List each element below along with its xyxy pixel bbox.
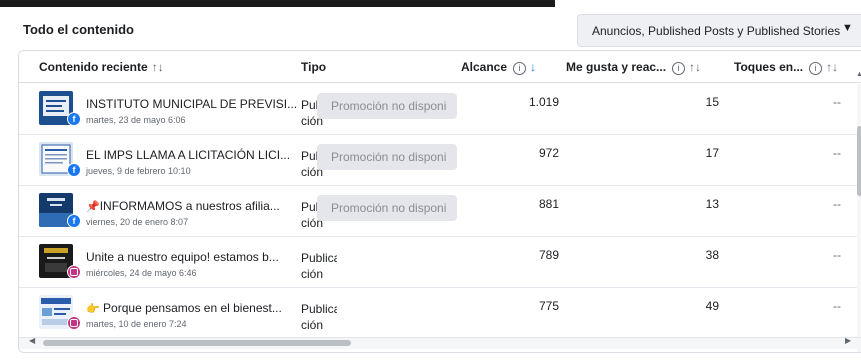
table-row[interactable]: f EL IMPS LLAMA A LICITACIÓN LICI... jue… [19,135,861,186]
table-header: Contenido reciente ↑↓ Tipo Alcance i ↓ Me g… [19,51,861,83]
taps-value: -- [833,299,841,313]
facebook-icon: f [67,214,81,228]
filter-label: Anuncios, Published Posts y Published St… [592,24,841,38]
pushpin-icon: 📌 [86,201,100,213]
info-icon[interactable]: i [672,62,686,75]
reach-value: 775 [538,299,559,313]
promotion-unavailable-button[interactable]: Promoción no disponi [317,195,457,221]
reach-value: 881 [538,197,559,211]
section-title: Todo el contenido [23,22,134,37]
instagram-icon [67,316,81,330]
taps-value: -- [833,146,841,160]
promotion-unavailable-button[interactable]: Promoción no disponi [317,93,457,119]
facebook-icon: f [67,112,81,126]
sort-icon[interactable]: ↑↓ [689,60,701,74]
facebook-icon: f [67,163,81,177]
taps-value: -- [833,197,841,211]
sort-icon[interactable]: ↑↓ [152,60,164,74]
likes-value: 49 [705,299,719,313]
likes-value: 15 [705,95,719,109]
post-date: jueves, 9 de febrero 10:10 [86,166,191,176]
table-row[interactable]: Unite a nuestro equipo! estamos b... mié… [19,237,861,288]
instagram-icon [67,265,81,279]
column-header-reach[interactable]: Alcance i ↓ [461,60,536,75]
likes-value: 17 [705,146,719,160]
chevron-down-icon: ▼ [842,22,853,34]
taps-value: -- [833,248,841,262]
vertical-scrollbar-thumb[interactable] [857,126,861,196]
post-type: Publica ción [301,302,337,332]
reach-value: 972 [538,146,559,160]
column-header-taps[interactable]: Toques en... i ↑↓ [734,60,838,75]
pointing-hand-icon: 👉 [86,303,100,315]
post-date: miércoles, 24 de mayo 6:46 [86,268,197,278]
scroll-left-icon[interactable]: ◀ [29,336,35,345]
column-header-likes[interactable]: Me gusta y reac... i ↑↓ [566,60,701,75]
taps-value: -- [833,95,841,109]
content-table: Contenido reciente ↑↓ Tipo Alcance i ↓ Me g… [18,50,861,353]
info-icon[interactable]: i [513,62,527,75]
post-title[interactable]: EL IMPS LLAMA A LICITACIÓN LICI... [86,148,290,162]
info-icon[interactable]: i [809,62,823,75]
post-date: viernes, 20 de enero 8:07 [86,217,189,227]
sort-icon[interactable]: ↑↓ [826,60,838,74]
scroll-right-icon[interactable]: ▶ [845,336,851,345]
post-title[interactable]: Unite a nuestro equipo! estamos b... [86,250,279,264]
likes-value: 38 [705,248,719,262]
table-row[interactable]: f INSTITUTO MUNICIPAL DE PREVISI... mart… [19,84,861,135]
horizontal-scrollbar-thumb[interactable] [43,340,351,346]
post-date: martes, 23 de mayo 6:06 [86,115,186,125]
reach-value: 1.019 [528,95,559,109]
content-filter-dropdown[interactable]: Anuncios, Published Posts y Published St… [577,14,861,47]
post-type: Publica ción [301,251,337,281]
post-title[interactable]: INSTITUTO MUNICIPAL DE PREVISI... [86,97,297,111]
table-row[interactable]: 👉 Porque pensamos en el bienest... marte… [19,288,861,339]
vertical-scrollbar[interactable] [857,84,861,352]
post-date: martes, 10 de enero 7:24 [86,319,187,329]
post-title[interactable]: 👉 Porque pensamos en el bienest... [86,301,282,315]
scroll-up-icon[interactable]: ▲ [856,71,861,78]
post-title[interactable]: 📌INFORMAMOS a nuestros afilia... [86,199,280,213]
top-dark-bar [0,0,555,7]
reach-value: 789 [538,248,559,262]
column-header-content[interactable]: Contenido reciente ↑↓ [39,60,164,74]
table-row[interactable]: f 📌INFORMAMOS a nuestros afilia... viern… [19,186,861,237]
sort-desc-icon[interactable]: ↓ [530,60,536,74]
likes-value: 13 [705,197,719,211]
column-header-type: Tipo [301,60,327,74]
promotion-unavailable-button[interactable]: Promoción no disponi [317,144,457,170]
